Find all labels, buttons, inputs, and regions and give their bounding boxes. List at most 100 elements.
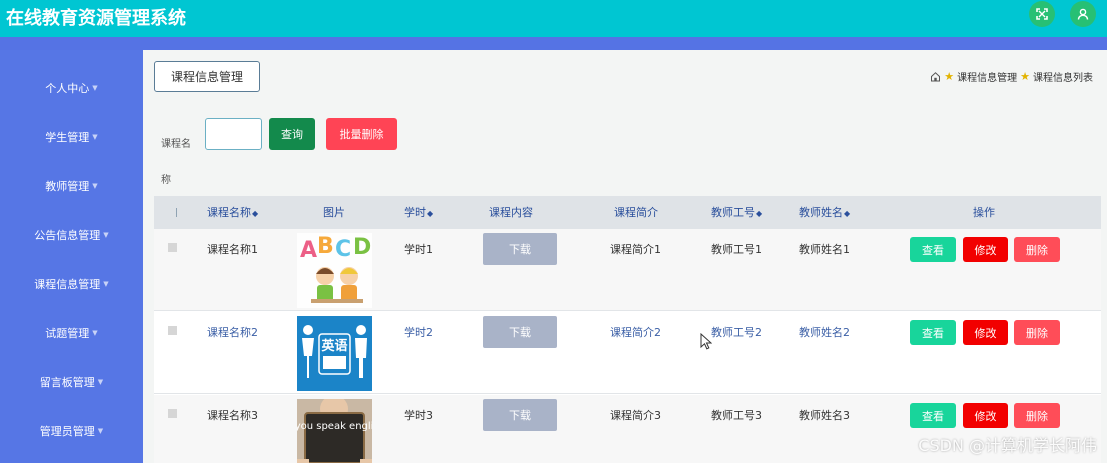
- cell-teacher-no: 教师工号2: [711, 326, 762, 339]
- sidebar-item-questions[interactable]: 试题管理 ▼: [0, 323, 143, 343]
- home-icon[interactable]: [930, 71, 941, 82]
- table-row: 课程名称1 A B C D 学时1 下载 课程简介1 教师工号1 教师姓名1 查…: [154, 229, 1101, 311]
- view-button[interactable]: 查看: [910, 320, 956, 345]
- edit-button[interactable]: 修改: [963, 237, 1008, 262]
- row-checkbox[interactable]: [168, 409, 177, 418]
- abcd-kids-image: A B C D: [297, 233, 372, 308]
- cell-intro: 课程简介2: [610, 326, 661, 339]
- svg-text:B: B: [317, 234, 334, 259]
- sidebar-item-teachers[interactable]: 教师管理 ▼: [0, 176, 143, 196]
- sort-icon: ◆: [252, 209, 259, 218]
- chevron-down-icon: ▼: [103, 231, 109, 239]
- row-checkbox[interactable]: [168, 243, 177, 252]
- english-sign-image: 英语: [297, 316, 372, 391]
- row-checkbox[interactable]: [168, 326, 177, 335]
- header-label: 教师工号: [711, 206, 755, 219]
- star-icon: ★: [944, 70, 955, 83]
- batch-delete-button[interactable]: 批量删除: [326, 118, 397, 150]
- header-hours[interactable]: 学时◆: [404, 196, 433, 229]
- cell-teacher-name: 教师姓名1: [799, 243, 850, 256]
- delete-button[interactable]: 删除: [1014, 237, 1060, 262]
- header-teacher-no[interactable]: 教师工号◆: [711, 196, 762, 229]
- header-teacher-name[interactable]: 教师姓名◆: [799, 196, 850, 229]
- header-strip: [0, 37, 1107, 50]
- search-label-line: 课程名: [161, 139, 191, 150]
- download-button[interactable]: 下载: [483, 233, 557, 265]
- sort-icon: ◆: [844, 209, 851, 218]
- chevron-down-icon: ▼: [92, 182, 98, 190]
- sidebar-item-courses[interactable]: 课程信息管理 ▼: [0, 274, 143, 294]
- svg-text:C: C: [335, 237, 351, 262]
- user-icon[interactable]: [1070, 1, 1096, 27]
- cell-teacher-no: 教师工号3: [711, 409, 762, 422]
- header-image: 图片: [323, 206, 345, 219]
- sidebar-item-announcements[interactable]: 公告信息管理 ▼: [0, 225, 143, 245]
- header-content: 课程内容: [489, 206, 533, 219]
- header-course-name[interactable]: 课程名称◆: [207, 196, 258, 229]
- chevron-down-icon: ▼: [103, 280, 109, 288]
- sidebar-item-label: 个人中心: [45, 82, 90, 95]
- search-label-line: 称: [161, 175, 171, 186]
- sidebar: 个人中心 ▼ 学生管理 ▼ 教师管理 ▼ 公告信息管理 ▼ 课程信息管理 ▼ 试题管理 ▼ …: [0, 50, 143, 463]
- cell-hours: 学时2: [404, 326, 433, 339]
- sidebar-item-label: 试题管理: [45, 327, 90, 340]
- query-button[interactable]: 查询: [269, 118, 315, 150]
- cell-intro: 课程简介1: [610, 243, 661, 256]
- chevron-down-icon: ▼: [97, 427, 104, 435]
- delete-button[interactable]: 删除: [1014, 320, 1060, 345]
- image-caption: Do you speak english?: [297, 421, 372, 432]
- cell-hours: 学时1: [404, 243, 433, 256]
- svg-text:D: D: [353, 235, 371, 260]
- sidebar-item-label: 公告信息管理: [34, 229, 101, 242]
- chevron-down-icon: ▼: [92, 84, 98, 92]
- sidebar-item-message-board[interactable]: 留言板管理 ▼: [0, 372, 143, 392]
- breadcrumb-item: 课程信息列表: [1033, 73, 1093, 84]
- sort-icon: ◆: [756, 209, 763, 218]
- app-title: 在线教育资源管理系统: [6, 8, 186, 29]
- breadcrumb: ★ 课程信息管理 ★ 课程信息列表: [930, 69, 1093, 84]
- cell-course-name: 课程名称1: [207, 243, 258, 256]
- delete-button[interactable]: 删除: [1014, 403, 1060, 428]
- sidebar-item-students[interactable]: 学生管理 ▼: [0, 127, 143, 147]
- cell-teacher-name: 教师姓名3: [799, 409, 850, 422]
- table-row: 课程名称2 英语 学时2 下载 课程简介2 教师工号2 教师姓名2 查看 修改 …: [154, 312, 1101, 394]
- table-header: 课程名称◆ 图片 学时◆ 课程内容 课程简介 教师工号◆ 教师姓名◆ 操作: [154, 196, 1101, 229]
- star-icon: ★: [1020, 70, 1030, 83]
- header-label: 学时: [404, 206, 426, 219]
- download-button[interactable]: 下载: [483, 399, 557, 431]
- sort-icon: ◆: [427, 209, 434, 218]
- course-name-search-input[interactable]: [205, 118, 262, 150]
- image-caption: 英语: [320, 338, 347, 354]
- header-label: 教师姓名: [799, 206, 843, 219]
- download-button[interactable]: 下载: [483, 316, 557, 348]
- course-table: 课程名称◆ 图片 学时◆ 课程内容 课程简介 教师工号◆ 教师姓名◆ 操作 课程…: [154, 196, 1101, 463]
- page-title: 课程信息管理: [154, 61, 260, 92]
- edit-button[interactable]: 修改: [963, 320, 1008, 345]
- do-you-speak-english-image: Do you speak english?: [297, 399, 372, 463]
- top-bar: 在线教育资源管理系统: [0, 0, 1107, 37]
- cell-hours: 学时3: [404, 409, 433, 422]
- svg-text:A: A: [300, 238, 317, 263]
- view-button[interactable]: 查看: [910, 237, 956, 262]
- cell-teacher-no: 教师工号1: [711, 243, 762, 256]
- watermark: CSDN @计算机学长阿伟: [918, 436, 1097, 455]
- fullscreen-icon[interactable]: [1029, 1, 1055, 27]
- header-intro: 课程简介: [614, 206, 658, 219]
- header-label: 课程名称: [207, 206, 251, 219]
- mouse-cursor-icon: [700, 333, 712, 350]
- sidebar-item-personal-center[interactable]: 个人中心 ▼: [0, 78, 143, 98]
- sidebar-item-label: 学生管理: [45, 131, 90, 144]
- edit-button[interactable]: 修改: [963, 403, 1008, 428]
- breadcrumb-item[interactable]: 课程信息管理: [957, 69, 1017, 84]
- search-label: 课程名称: [161, 127, 197, 199]
- sidebar-item-label: 教师管理: [45, 180, 90, 193]
- view-button[interactable]: 查看: [910, 403, 956, 428]
- cell-course-name: 课程名称3: [207, 409, 258, 422]
- sidebar-item-admins[interactable]: 管理员管理 ▼: [0, 421, 143, 441]
- chevron-down-icon: ▼: [97, 378, 104, 386]
- cell-intro: 课程简介3: [610, 409, 661, 422]
- chevron-down-icon: ▼: [92, 133, 98, 141]
- select-all-checkbox[interactable]: [176, 208, 177, 217]
- sidebar-item-label: 管理员管理: [39, 425, 95, 438]
- chevron-down-icon: ▼: [92, 329, 98, 337]
